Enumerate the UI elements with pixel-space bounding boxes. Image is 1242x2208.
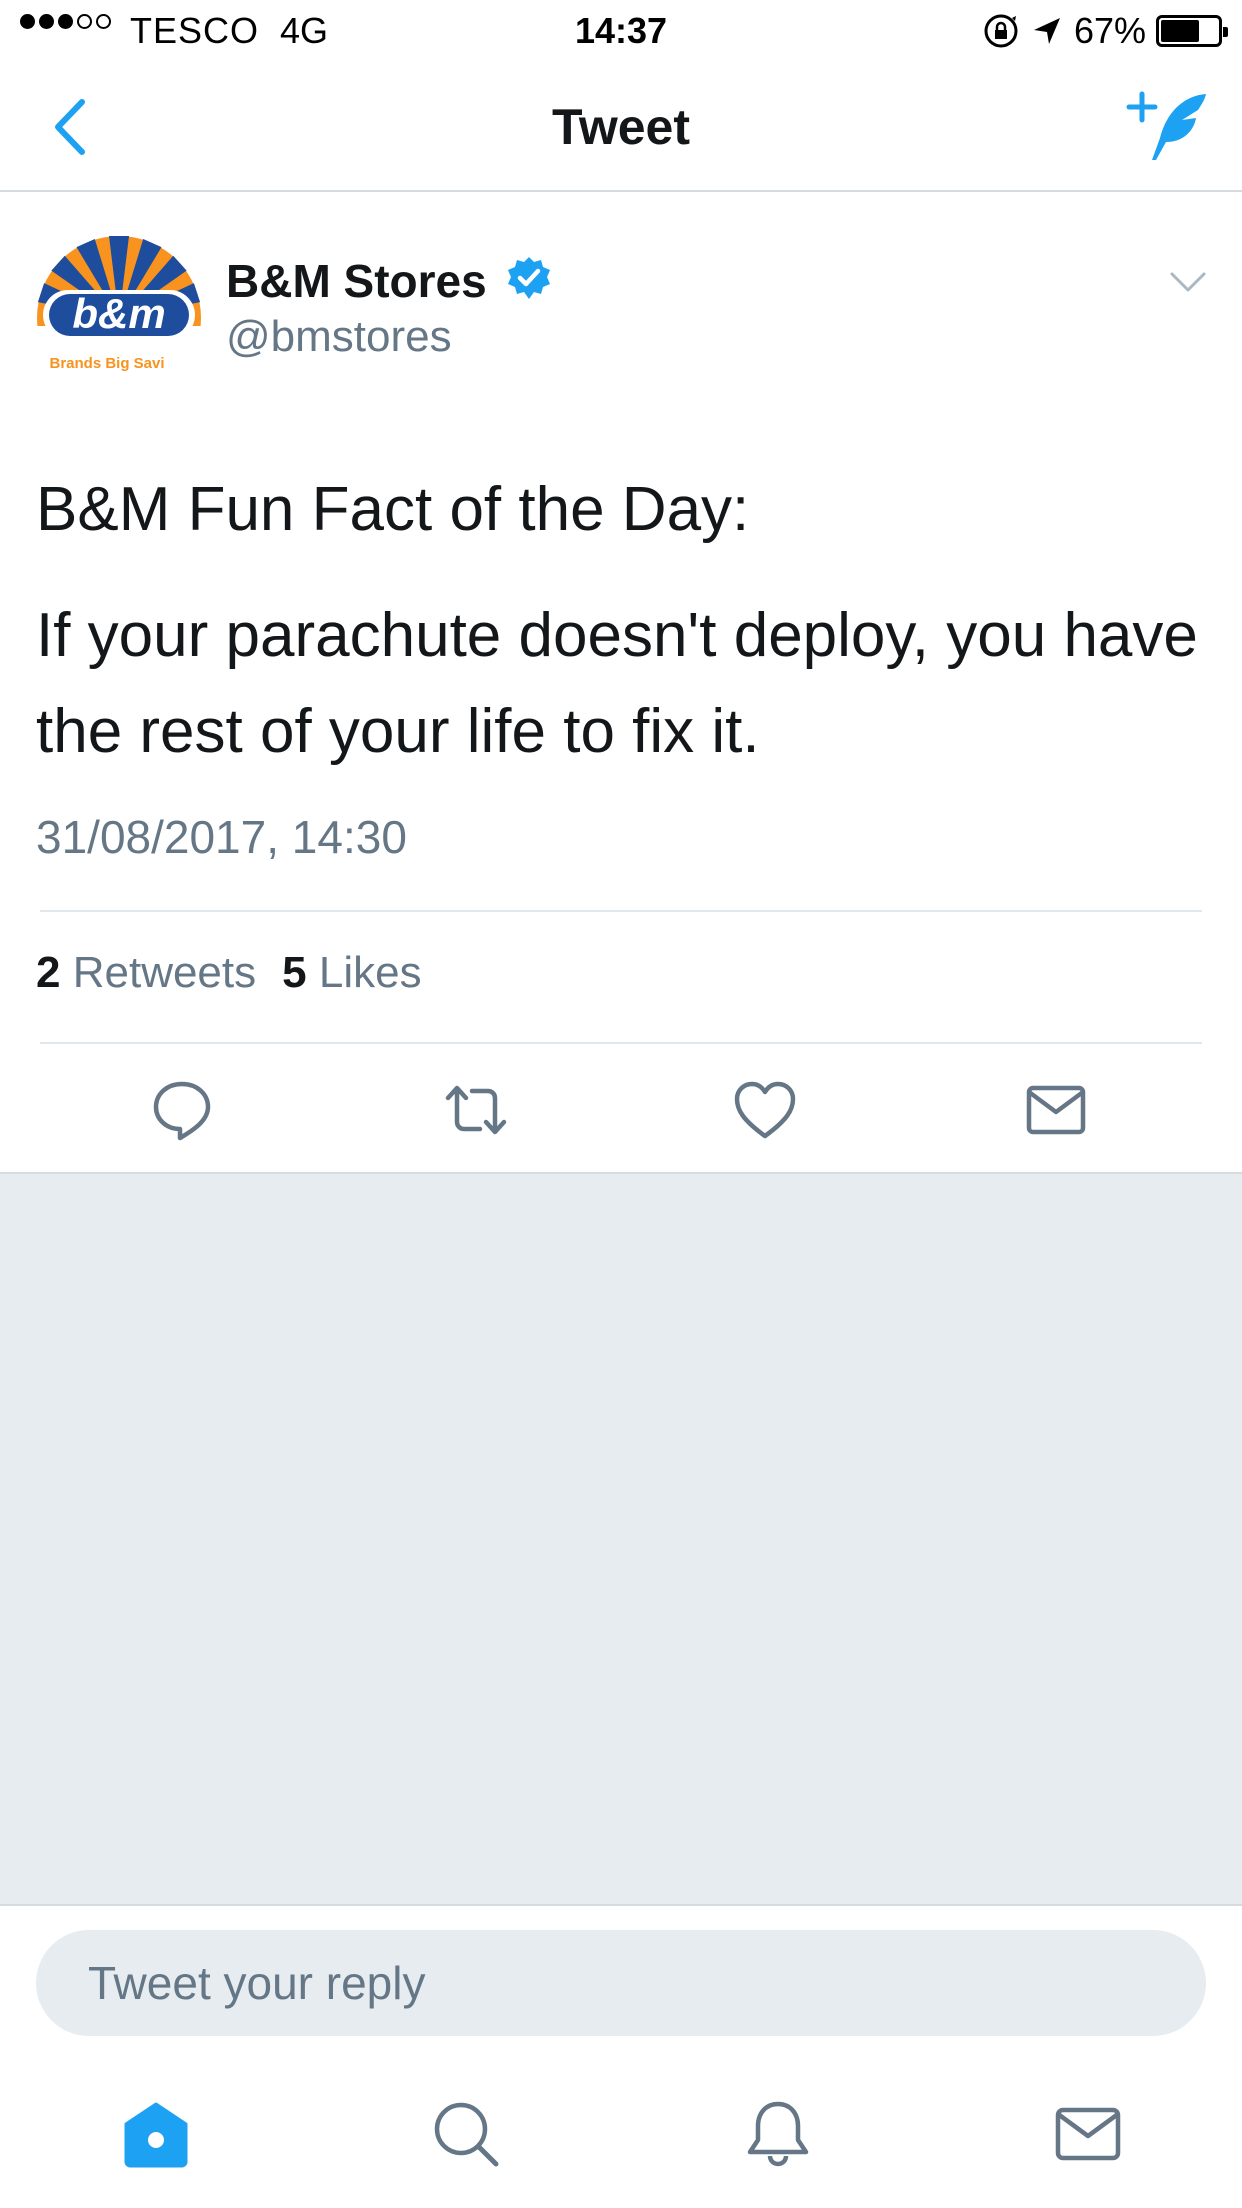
- battery-icon: [1156, 15, 1228, 47]
- notifications-bell-icon[interactable]: [742, 2098, 814, 2170]
- like-heart-icon[interactable]: [733, 1078, 797, 1142]
- reply-input[interactable]: [88, 1930, 1148, 2036]
- tweet-actions: [0, 1078, 1242, 1178]
- tab-bar: [0, 2080, 1242, 2208]
- tweet-stats: 2 Retweets 5 Likes: [36, 948, 422, 998]
- empty-replies-area: [0, 1172, 1242, 1906]
- reply-box[interactable]: [36, 1930, 1206, 2036]
- avatar[interactable]: b&m Brands Big Savi: [34, 222, 204, 392]
- reply-icon[interactable]: [150, 1078, 214, 1142]
- chevron-down-icon[interactable]: [1168, 262, 1208, 302]
- avatar-tagline: Brands Big Savi: [49, 355, 164, 372]
- author-name[interactable]: B&M Stores: [226, 254, 487, 308]
- status-right: 67%: [982, 10, 1228, 52]
- likes-label: Likes: [318, 948, 422, 997]
- page-title: Tweet: [552, 99, 690, 155]
- search-icon[interactable]: [430, 2098, 502, 2170]
- retweets-stat[interactable]: 2 Retweets: [36, 948, 256, 998]
- compose-tweet-icon[interactable]: [1122, 86, 1212, 166]
- status-bar: TESCO 4G 14:37 67%: [0, 0, 1242, 60]
- divider: [40, 1042, 1202, 1044]
- rotation-lock-icon: [984, 14, 1018, 48]
- battery-percentage: 67%: [1073, 10, 1146, 51]
- navigation-bar: Tweet: [0, 60, 1242, 192]
- messages-icon[interactable]: [1052, 2098, 1124, 2170]
- tweet-text-line-2: If your parachute doesn't deploy, you ha…: [36, 601, 1198, 766]
- retweet-icon[interactable]: [444, 1078, 508, 1142]
- tweet-text-line-1: B&M Fun Fact of the Day:: [36, 475, 750, 544]
- verified-badge-icon: [508, 257, 550, 299]
- retweets-label: Retweets: [72, 948, 257, 997]
- likes-count: 5: [282, 948, 307, 997]
- location-arrow-icon: [1033, 18, 1060, 44]
- direct-message-icon[interactable]: [1024, 1078, 1088, 1142]
- likes-stat[interactable]: 5 Likes: [282, 948, 421, 998]
- tweet-timestamp: 31/08/2017, 14:30: [36, 811, 407, 863]
- author-handle[interactable]: @bmstores: [226, 312, 452, 362]
- battery-level-fill: [1161, 20, 1199, 42]
- home-icon[interactable]: [120, 2098, 192, 2170]
- divider: [40, 910, 1202, 912]
- tweet-text: B&M Fun Fact of the Day: If your parachu…: [36, 462, 1206, 810]
- avatar-logo-text: b&m: [72, 290, 165, 337]
- retweets-count: 2: [36, 948, 61, 997]
